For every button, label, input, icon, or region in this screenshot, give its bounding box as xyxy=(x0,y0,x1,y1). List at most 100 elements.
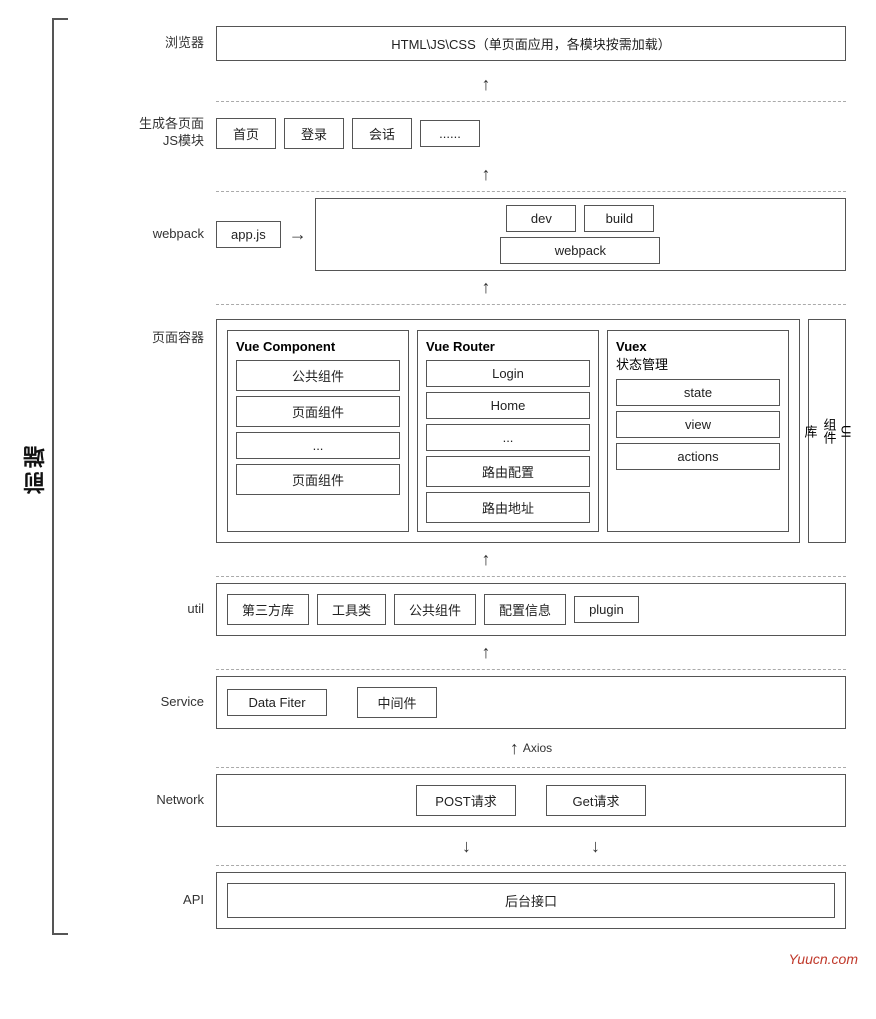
page-wrapper: 前端 浏览器 HTML\JS\CSS（单页面应用，各模块按需加载） ↑ 生成各页… xyxy=(0,0,876,975)
pagecontainer-label: 页面容器 xyxy=(126,319,216,347)
vuex-title: Vuex xyxy=(616,339,647,354)
jsmodules-content: 首页 登录 会话 ...... xyxy=(216,118,846,149)
axios-arrow-symbol: ↑ xyxy=(510,738,519,759)
webpack-content: app.js → dev build webpack xyxy=(216,198,846,271)
axios-label: Axios xyxy=(523,741,552,755)
util-section: util 第三方库 工具类 公共组件 配置信息 plugin xyxy=(126,583,846,636)
arrow-util-to-pagecontainer: ↑ xyxy=(126,549,846,570)
util-item-4: plugin xyxy=(574,596,639,623)
network-item-1: Get请求 xyxy=(546,785,646,816)
appjs-box: app.js xyxy=(216,221,281,248)
util-item-3: 配置信息 xyxy=(484,594,566,625)
util-label: util xyxy=(126,600,216,618)
page-container-outer: Vue Component 公共组件 页面组件 ... 页面组件 Vue Rou… xyxy=(216,319,800,543)
jsmodules-label: 生成各页面JS模块 xyxy=(126,116,216,150)
vuex-box: Vuex 状态管理 state view actions xyxy=(607,330,789,532)
webpack-right: dev build webpack xyxy=(315,198,846,271)
jsmodule-item-3: ...... xyxy=(420,120,480,147)
util-item-0: 第三方库 xyxy=(227,594,309,625)
vuex-item-1: view xyxy=(616,411,780,438)
ui-lib-box: UI组件库 xyxy=(808,319,846,543)
build-box: build xyxy=(584,205,654,232)
api-content: 后台接口 xyxy=(216,872,846,929)
dev-box: dev xyxy=(506,205,576,232)
service-section: Service Data Fiter 中间件 xyxy=(126,676,846,729)
service-item-0: Data Fiter xyxy=(227,689,327,716)
divider-4 xyxy=(216,576,846,577)
jsmodule-item-0: 首页 xyxy=(216,118,276,149)
vuex-title-row: Vuex 状态管理 xyxy=(616,339,780,379)
vuex-item-2: actions xyxy=(616,443,780,470)
vuex-subtitle: 状态管理 xyxy=(616,354,668,373)
jsmodule-item-2: 会话 xyxy=(352,118,412,149)
vue-component-item-1: 页面组件 xyxy=(236,396,400,427)
vue-component-box: Vue Component 公共组件 页面组件 ... 页面组件 xyxy=(227,330,409,532)
network-section: Network POST请求 Get请求 xyxy=(126,774,846,827)
network-item-0: POST请求 xyxy=(416,785,516,816)
vuex-item-0: state xyxy=(616,379,780,406)
vue-router-item-0: Login xyxy=(426,360,590,387)
util-content: 第三方库 工具类 公共组件 配置信息 plugin xyxy=(216,583,846,636)
util-item-1: 工具类 xyxy=(317,594,386,625)
service-content: Data Fiter 中间件 xyxy=(216,676,846,729)
api-inner: 后台接口 xyxy=(216,872,846,929)
webpack-box: webpack xyxy=(500,237,660,264)
api-section: API 后台接口 xyxy=(126,872,846,929)
api-arrow-right: ↓ xyxy=(591,836,600,857)
divider-5 xyxy=(216,669,846,670)
left-bracket-line xyxy=(52,18,68,935)
browser-content: HTML\JS\CSS（单页面应用，各模块按需加载） xyxy=(216,26,846,61)
vue-component-item-0: 公共组件 xyxy=(236,360,400,391)
jsmodule-item-1: 登录 xyxy=(284,118,344,149)
divider-7 xyxy=(216,865,846,866)
webpack-section: webpack app.js → dev build webpack xyxy=(126,198,846,271)
util-inner: 第三方库 工具类 公共组件 配置信息 plugin xyxy=(216,583,846,636)
frontend-label: 前端 xyxy=(20,442,52,494)
arrow-pagecontainer-to-webpack: ↑ xyxy=(126,277,846,298)
vue-component-items: 公共组件 页面组件 ... 页面组件 xyxy=(236,360,400,495)
browser-box: HTML\JS\CSS（单页面应用，各模块按需加载） xyxy=(216,26,846,61)
network-inner: POST请求 Get请求 xyxy=(216,774,846,827)
api-label: API xyxy=(126,891,216,909)
pagecontainer-content: Vue Component 公共组件 页面组件 ... 页面组件 Vue Rou… xyxy=(216,319,846,543)
network-label: Network xyxy=(126,791,216,809)
divider-3 xyxy=(216,304,846,305)
vue-router-item-1: Home xyxy=(426,392,590,419)
pagecontainer-section: 页面容器 Vue Component 公共组件 页面组件 ... 页面组件 xyxy=(126,311,846,543)
arrow-jsmodules-to-webpack: ↑ xyxy=(126,164,846,185)
frontend-label-wrapper: 前端 xyxy=(20,0,52,935)
vue-router-items: Login Home ... 路由配置 路由地址 xyxy=(426,360,590,523)
arrow-browser-to-jsmodules: ↑ xyxy=(126,74,846,95)
browser-section: 浏览器 HTML\JS\CSS（单页面应用，各模块按需加载） xyxy=(126,18,846,68)
vue-component-title: Vue Component xyxy=(236,339,400,354)
api-arrows-row: ↓ ↓ xyxy=(216,833,846,859)
api-arrow-left: ↓ xyxy=(462,836,471,857)
watermark: Yuucn.com xyxy=(788,951,858,967)
vuex-items: state view actions xyxy=(616,379,780,470)
vue-component-item-3: 页面组件 xyxy=(236,464,400,495)
jsmodules-section: 生成各页面JS模块 首页 登录 会话 ...... xyxy=(126,108,846,158)
webpack-label: webpack xyxy=(126,225,216,243)
arrow-appjs: → xyxy=(289,224,307,245)
network-content: POST请求 Get请求 xyxy=(216,774,846,827)
content-area: 浏览器 HTML\JS\CSS（单页面应用，各模块按需加载） ↑ 生成各页面JS… xyxy=(126,18,846,929)
arrow-service-to-util: ↑ xyxy=(126,642,846,663)
divider-6 xyxy=(216,767,846,768)
jsmodules-list: 首页 登录 会话 ...... xyxy=(216,118,846,149)
vue-component-item-2: ... xyxy=(236,432,400,459)
vue-router-box: Vue Router Login Home ... 路由配置 路由地址 xyxy=(417,330,599,532)
webpack-bottom-row: webpack xyxy=(324,237,837,264)
util-item-2: 公共组件 xyxy=(394,594,476,625)
webpack-row: app.js → dev build webpack xyxy=(216,198,846,271)
divider-1 xyxy=(216,101,846,102)
browser-label: 浏览器 xyxy=(126,34,216,52)
vue-router-title: Vue Router xyxy=(426,339,590,354)
api-box: 后台接口 xyxy=(227,883,835,918)
vue-router-item-2: ... xyxy=(426,424,590,451)
divider-2 xyxy=(216,191,846,192)
service-inner: Data Fiter 中间件 xyxy=(216,676,846,729)
webpack-top-row: dev build xyxy=(324,205,837,232)
ui-lib-label: UI组件库 xyxy=(801,418,854,444)
service-label: Service xyxy=(126,693,216,711)
vue-router-item-3: 路由配置 xyxy=(426,456,590,487)
